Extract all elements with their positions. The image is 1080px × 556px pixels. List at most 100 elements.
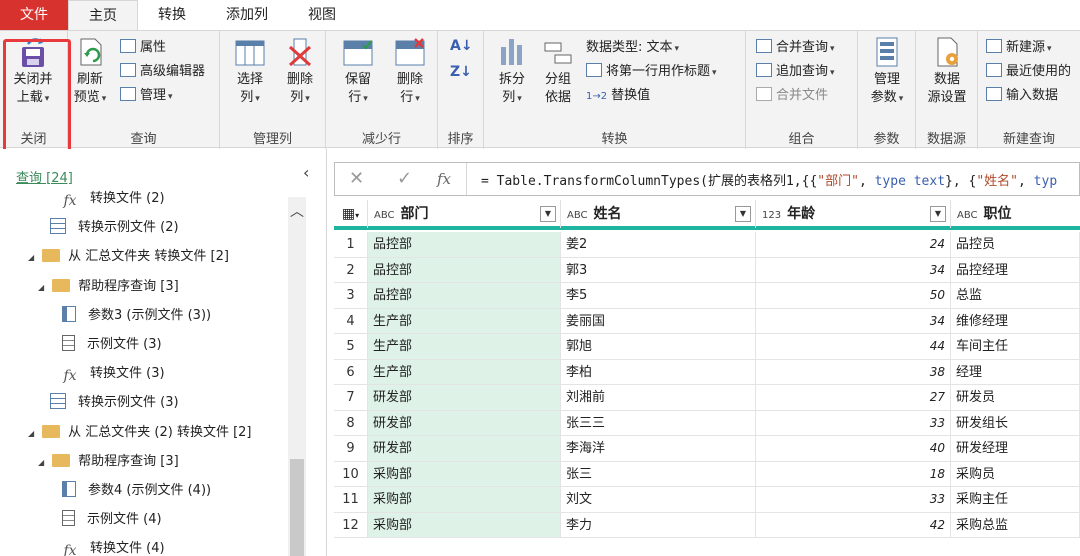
table-cell[interactable]: 姜2	[561, 232, 756, 258]
query-item[interactable]: fx 转换文件 (2)	[62, 187, 164, 211]
table-row[interactable]: 12 采购部 李力 42 采购总监	[334, 512, 1080, 538]
table-cell[interactable]: 品控部	[368, 232, 561, 258]
table-cell[interactable]: 40	[756, 436, 951, 462]
row-index[interactable]: 12	[334, 512, 368, 538]
table-cell[interactable]: 郭3	[561, 257, 756, 283]
table-cell[interactable]: 生产部	[368, 308, 561, 334]
table-cell[interactable]: 品控部	[368, 257, 561, 283]
row-index[interactable]: 3	[334, 283, 368, 309]
query-item[interactable]: ◢ 从 汇总文件夹 转换文件 [2]	[28, 245, 229, 269]
tab-transform[interactable]: 转换	[138, 0, 206, 30]
query-item[interactable]: ◢ 帮助程序查询 [3]	[38, 275, 179, 299]
table-cell[interactable]: 品控部	[368, 283, 561, 309]
expand-triangle-icon[interactable]: ◢	[38, 276, 48, 300]
query-item[interactable]: 示例文件 (4)	[62, 508, 162, 532]
recent-sources-button[interactable]: 最近使用的	[986, 61, 1071, 83]
table-cell[interactable]: 品控员	[951, 232, 1080, 258]
table-cell[interactable]: 42	[756, 512, 951, 538]
tab-add-column[interactable]: 添加列	[206, 0, 288, 30]
table-cell[interactable]: 研发经理	[951, 436, 1080, 462]
table-cell[interactable]: 采购总监	[951, 512, 1080, 538]
row-index[interactable]: 7	[334, 385, 368, 411]
table-cell[interactable]: 27	[756, 385, 951, 411]
table-cell[interactable]: 50	[756, 283, 951, 309]
table-cell[interactable]: 33	[756, 487, 951, 513]
table-cell[interactable]: 刘湘前	[561, 385, 756, 411]
row-index[interactable]: 11	[334, 487, 368, 513]
manage-parameters-button[interactable]: 管理 参数 ▾	[864, 35, 910, 108]
expand-triangle-icon[interactable]: ◢	[28, 246, 38, 270]
table-menu-icon[interactable]: ▦▾	[334, 200, 368, 228]
query-item[interactable]: ◢ 帮助程序查询 [3]	[38, 450, 179, 474]
table-cell[interactable]: 生产部	[368, 334, 561, 360]
column-header-name[interactable]: ABC 姓名 ▼	[561, 200, 756, 228]
queries-header[interactable]: 查询 [24]	[16, 167, 73, 186]
table-row[interactable]: 8 研发部 张三三 33 研发组长	[334, 410, 1080, 436]
tab-file[interactable]: 文件	[0, 0, 68, 30]
query-item[interactable]: 示例文件 (3)	[62, 333, 162, 357]
table-row[interactable]: 1 品控部 姜2 24 品控员	[334, 232, 1080, 258]
table-cell[interactable]: 研发部	[368, 410, 561, 436]
table-cell[interactable]: 34	[756, 257, 951, 283]
scroll-up-icon[interactable]: ︿	[290, 201, 304, 221]
row-index[interactable]: 4	[334, 308, 368, 334]
column-header-position[interactable]: ABC 职位	[951, 200, 1080, 228]
replace-values-button[interactable]: 1→2 替换值	[586, 85, 650, 107]
table-cell[interactable]: 李柏	[561, 359, 756, 385]
table-cell[interactable]: 采购员	[951, 461, 1080, 487]
sort-ascending-icon[interactable]: A↓	[450, 35, 473, 57]
table-cell[interactable]: 采购部	[368, 487, 561, 513]
collapse-pane-icon[interactable]: ‹	[303, 163, 309, 182]
table-cell[interactable]: 李5	[561, 283, 756, 309]
table-row[interactable]: 3 品控部 李5 50 总监	[334, 283, 1080, 309]
tab-home[interactable]: 主页	[68, 0, 138, 30]
keep-rows-button[interactable]: 保留 行 ▾	[336, 35, 380, 108]
table-cell[interactable]: 维修经理	[951, 308, 1080, 334]
table-row[interactable]: 6 生产部 李柏 38 经理	[334, 359, 1080, 385]
tab-view[interactable]: 视图	[288, 0, 356, 30]
row-index[interactable]: 9	[334, 436, 368, 462]
sort-descending-icon[interactable]: Z↓	[450, 61, 472, 83]
table-cell[interactable]: 38	[756, 359, 951, 385]
table-cell[interactable]: 郭旭	[561, 334, 756, 360]
table-cell[interactable]: 总监	[951, 283, 1080, 309]
remove-columns-button[interactable]: 删除 列 ▾	[278, 35, 322, 108]
advanced-editor-button[interactable]: 高级编辑器	[120, 61, 205, 83]
table-cell[interactable]: 24	[756, 232, 951, 258]
enter-data-button[interactable]: 输入数据	[986, 85, 1058, 107]
filter-dropdown-icon[interactable]: ▼	[930, 206, 946, 222]
query-item[interactable]: 转换示例文件 (3)	[50, 391, 179, 415]
table-cell[interactable]: 研发员	[951, 385, 1080, 411]
manage-button[interactable]: 管理 ▾	[120, 85, 173, 107]
table-row[interactable]: 5 生产部 郭旭 44 车间主任	[334, 334, 1080, 360]
use-first-row-as-headers-button[interactable]: 将第一行用作标题 ▾	[586, 61, 717, 83]
column-header-dept[interactable]: ABC 部门 ▼	[368, 200, 561, 228]
query-item[interactable]: fx 转换文件 (3)	[62, 362, 164, 386]
choose-columns-button[interactable]: 选择 列 ▾	[228, 35, 272, 108]
group-by-button[interactable]: 分组 依据	[536, 35, 580, 107]
row-index[interactable]: 8	[334, 410, 368, 436]
fx-icon[interactable]: fx	[437, 170, 451, 188]
table-cell[interactable]: 研发组长	[951, 410, 1080, 436]
table-cell[interactable]: 姜丽国	[561, 308, 756, 334]
table-row[interactable]: 4 生产部 姜丽国 34 维修经理	[334, 308, 1080, 334]
row-index[interactable]: 2	[334, 257, 368, 283]
table-cell[interactable]: 研发部	[368, 385, 561, 411]
table-cell[interactable]: 18	[756, 461, 951, 487]
merge-queries-button[interactable]: 合并查询 ▾	[756, 37, 835, 59]
data-type-dropdown[interactable]: 数据类型: 文本 ▾	[586, 37, 679, 59]
scrollbar-thumb[interactable]	[290, 459, 304, 556]
query-item[interactable]: fx 转换文件 (4)	[62, 537, 164, 556]
table-cell[interactable]: 张三	[561, 461, 756, 487]
properties-button[interactable]: 属性	[120, 37, 166, 59]
expand-triangle-icon[interactable]: ◢	[38, 451, 48, 475]
table-cell[interactable]: 生产部	[368, 359, 561, 385]
table-cell[interactable]: 经理	[951, 359, 1080, 385]
filter-dropdown-icon[interactable]: ▼	[735, 206, 751, 222]
remove-rows-button[interactable]: 删除 行 ▾	[388, 35, 432, 108]
table-row[interactable]: 11 采购部 刘文 33 采购主任	[334, 487, 1080, 513]
table-cell[interactable]: 李力	[561, 512, 756, 538]
combine-files-button[interactable]: 合并文件	[756, 85, 828, 107]
query-item[interactable]: 转换示例文件 (2)	[50, 216, 179, 240]
confirm-icon[interactable]: ✓	[397, 168, 412, 189]
